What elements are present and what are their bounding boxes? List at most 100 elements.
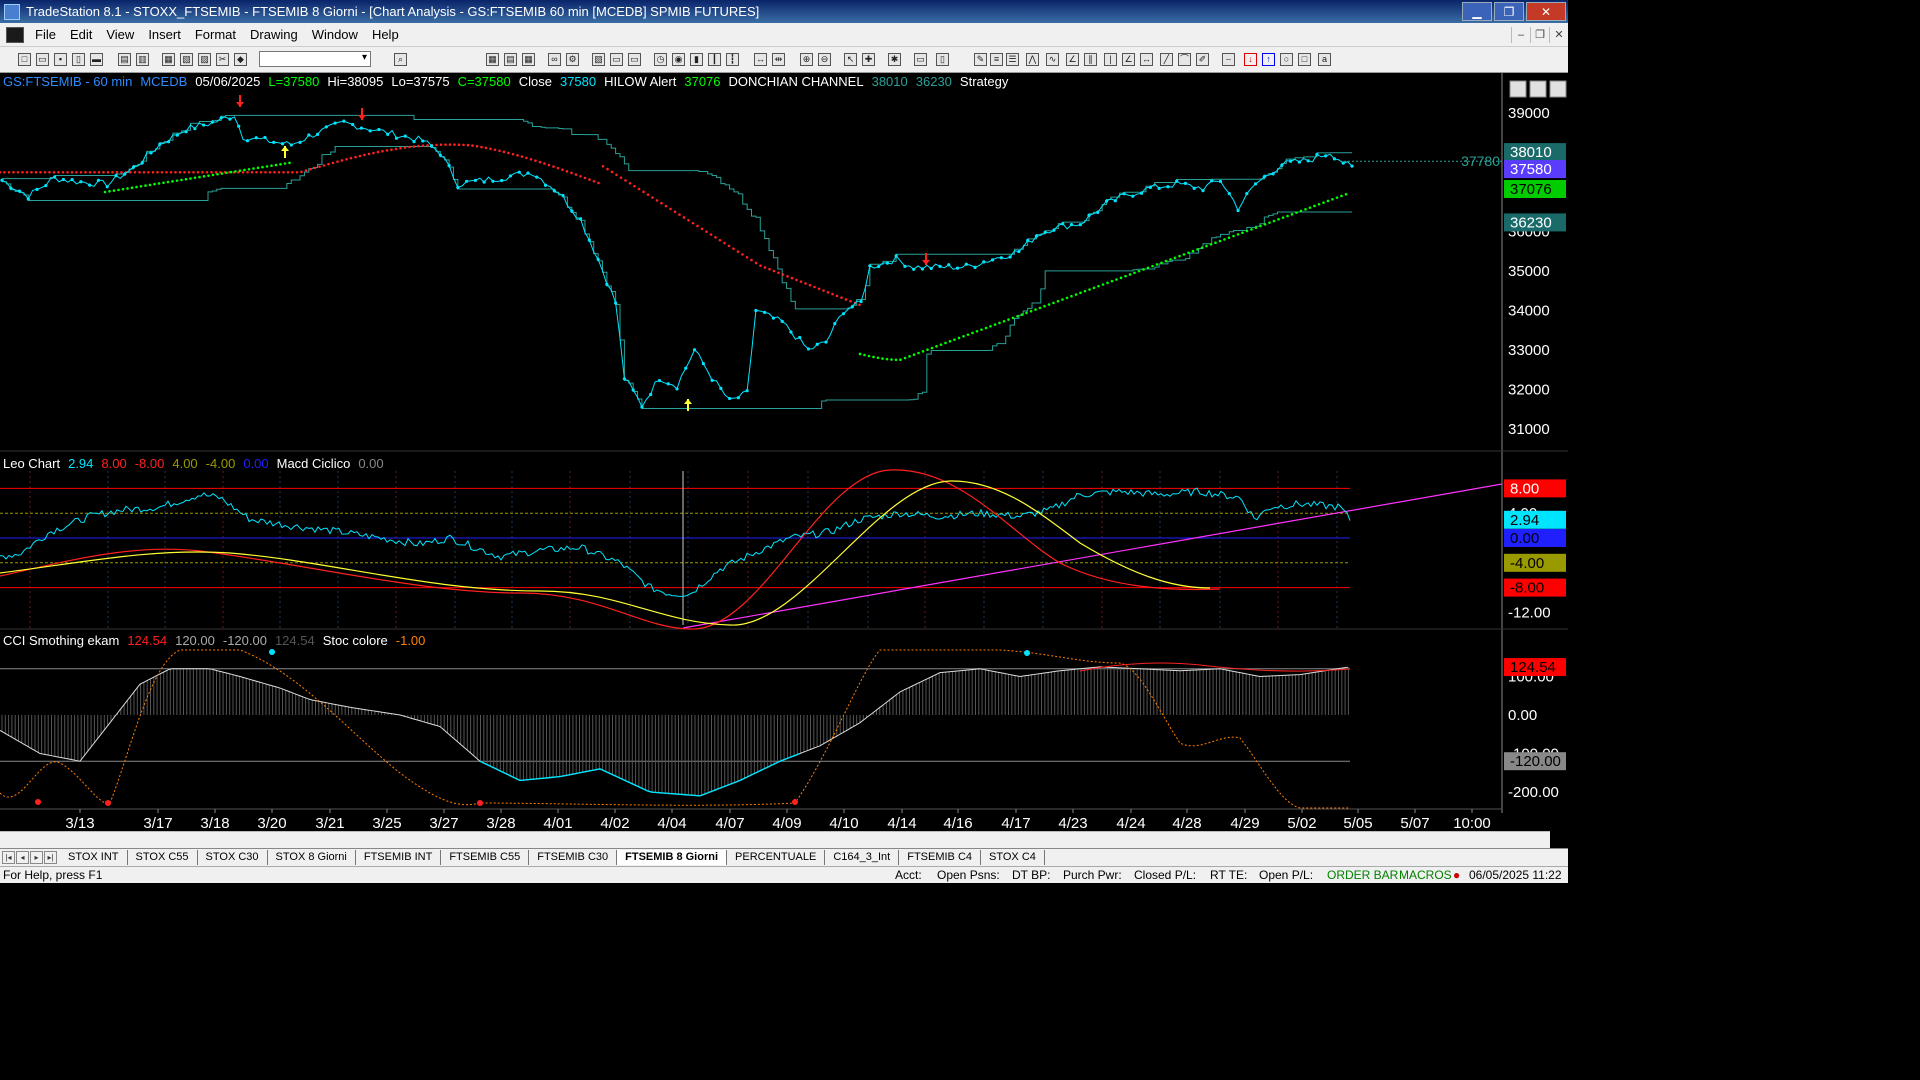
arrow-h-icon[interactable]: ↔	[1140, 53, 1153, 66]
tab-next-icon[interactable]: ▸	[30, 851, 43, 864]
date-axis-label: 4/10	[829, 815, 858, 832]
grid-icon[interactable]: ▦	[522, 53, 535, 66]
cci-legend-item: 120.00	[175, 633, 215, 648]
restore-button[interactable]: ❐	[1494, 2, 1524, 21]
window3-icon[interactable]: ▭	[610, 53, 623, 66]
chart-window-icon[interactable]	[6, 26, 24, 43]
menu-drawing[interactable]: Drawing	[243, 27, 305, 42]
workspace-tab[interactable]: FTSEMIB 8 Giorni	[617, 850, 728, 865]
rect-icon[interactable]: □	[1298, 53, 1311, 66]
arc-icon[interactable]: ⌒	[1178, 53, 1191, 66]
menu-format[interactable]: Format	[188, 27, 243, 42]
folder-icon[interactable]: ▬	[90, 53, 103, 66]
link-icon[interactable]: ∞	[548, 53, 561, 66]
workspace-tab[interactable]: PERCENTUALE	[727, 850, 826, 865]
menu-help[interactable]: Help	[365, 27, 406, 42]
date-axis-label: 3/25	[372, 815, 401, 832]
new-icon[interactable]: □	[18, 53, 31, 66]
cursor-icon[interactable]: ✚	[862, 53, 875, 66]
drawing-icon[interactable]: ✎	[974, 53, 987, 66]
menu-window[interactable]: Window	[305, 27, 365, 42]
menu-edit[interactable]: Edit	[63, 27, 99, 42]
minimize-button[interactable]: ▁	[1462, 2, 1492, 21]
workspace-tab[interactable]: FTSEMIB INT	[356, 850, 442, 865]
gann-icon[interactable]: ∠	[1066, 53, 1079, 66]
lock-icon[interactable]: ▨	[198, 53, 211, 66]
menu-view[interactable]: View	[99, 27, 141, 42]
menu-file[interactable]: File	[28, 27, 63, 42]
tab-last-icon[interactable]: ▸|	[44, 851, 57, 864]
window-icon[interactable]: ▦	[162, 53, 175, 66]
menu-insert[interactable]: Insert	[141, 27, 188, 42]
price-legend-item: 38010	[871, 74, 908, 89]
pen-icon[interactable]: ✐	[1196, 53, 1209, 66]
channel-icon[interactable]: ⋀	[1026, 53, 1039, 66]
curve-icon[interactable]: ⌣	[1222, 53, 1235, 66]
volume-icon[interactable]: ┇	[726, 53, 739, 66]
speed-icon[interactable]: ∥	[1084, 53, 1097, 66]
price-axis-label: 31000	[1508, 421, 1550, 438]
zoom-chart-icon[interactable]: ⌕	[394, 53, 407, 66]
scale-icon[interactable]: ⇹	[772, 53, 785, 66]
leo-legend-item: 4.00	[172, 456, 198, 471]
zoom-in-icon[interactable]: ⊕	[800, 53, 813, 66]
tab-prev-icon[interactable]: ◂	[16, 851, 29, 864]
close-button[interactable]: ✕	[1526, 2, 1566, 21]
save-icon[interactable]: ▪	[54, 53, 67, 66]
workspace-tab[interactable]: STOX C4	[981, 850, 1045, 865]
doc-icon[interactable]: ▯	[936, 53, 949, 66]
date-axis-label: 4/04	[657, 815, 686, 832]
bar-icon[interactable]: ▮	[690, 53, 703, 66]
chart-analysis-window[interactable]: 3778039000380003700036000350003400033000…	[0, 73, 1568, 848]
table-icon[interactable]: ▤	[504, 53, 517, 66]
mdi-close-icon[interactable]: ✕	[1549, 26, 1568, 43]
angle-icon[interactable]: ∠	[1122, 53, 1135, 66]
wrench-icon[interactable]: ✱	[888, 53, 901, 66]
tab-first-icon[interactable]: |◂	[2, 851, 15, 864]
lines-icon[interactable]: ≡	[990, 53, 1003, 66]
workspace-tab[interactable]: C164_3_Int	[825, 850, 900, 865]
date-axis-label: 4/02	[600, 815, 629, 832]
print-icon[interactable]: ▤	[118, 53, 131, 66]
color-icon[interactable]: ◆	[234, 53, 247, 66]
horizontal-scrollbar[interactable]	[0, 831, 1550, 848]
arrow-down-icon[interactable]: ↓	[1244, 53, 1257, 66]
window4-icon[interactable]: ▭	[628, 53, 641, 66]
status-macros[interactable]: MACROS	[1399, 868, 1452, 882]
mdi-minimize-icon[interactable]: ‒	[1511, 26, 1530, 43]
workspace-tab[interactable]: STOX INT	[60, 850, 128, 865]
gear-icon[interactable]: ⚙	[566, 53, 579, 66]
status-acct: Acct:	[895, 868, 922, 882]
alert-icon[interactable]: ◉	[672, 53, 685, 66]
workspace-tab[interactable]: FTSEMIB C4	[899, 850, 982, 865]
mdi-restore-icon[interactable]: ❐	[1530, 26, 1549, 43]
clock-icon[interactable]: ◷	[654, 53, 667, 66]
status-order-bar[interactable]: ORDER BAR	[1327, 868, 1398, 882]
workspace-tab[interactable]: FTSEMIB C30	[529, 850, 618, 865]
workspace-tab[interactable]: FTSEMIB C55	[441, 850, 530, 865]
candle-icon[interactable]: ┃	[708, 53, 721, 66]
vline-icon[interactable]: |	[1104, 53, 1117, 66]
export-icon[interactable]: ▭	[914, 53, 927, 66]
fib-icon[interactable]: ∿	[1046, 53, 1059, 66]
window2-icon[interactable]: ▧	[180, 53, 193, 66]
workspace-tab[interactable]: STOX C55	[128, 850, 198, 865]
cut-icon[interactable]: ✂	[216, 53, 229, 66]
text-icon[interactable]: a	[1318, 53, 1331, 66]
print-preview-icon[interactable]: ▥	[136, 53, 149, 66]
data-icon[interactable]: ▧	[592, 53, 605, 66]
title-bar: TradeStation 8.1 - STOXX_FTSEMIB - FTSEM…	[0, 0, 1568, 23]
menu-icon[interactable]: ☰	[1006, 53, 1019, 66]
workspace-tab[interactable]: STOX C30	[198, 850, 268, 865]
zoom-out-icon[interactable]: ⊖	[818, 53, 831, 66]
copy-icon[interactable]: ▯	[72, 53, 85, 66]
open-icon[interactable]: ▭	[36, 53, 49, 66]
chart-icon[interactable]: ▦	[486, 53, 499, 66]
move-icon[interactable]: ↔	[754, 53, 767, 66]
workspace-tab[interactable]: STOX 8 Giorni	[268, 850, 356, 865]
circle-icon[interactable]: ○	[1280, 53, 1293, 66]
arrow-up-icon[interactable]: ↑	[1262, 53, 1275, 66]
pointer-icon[interactable]: ↖	[844, 53, 857, 66]
trend-icon[interactable]: ╱	[1160, 53, 1173, 66]
toolbar-combo[interactable]: ▾	[259, 51, 371, 67]
